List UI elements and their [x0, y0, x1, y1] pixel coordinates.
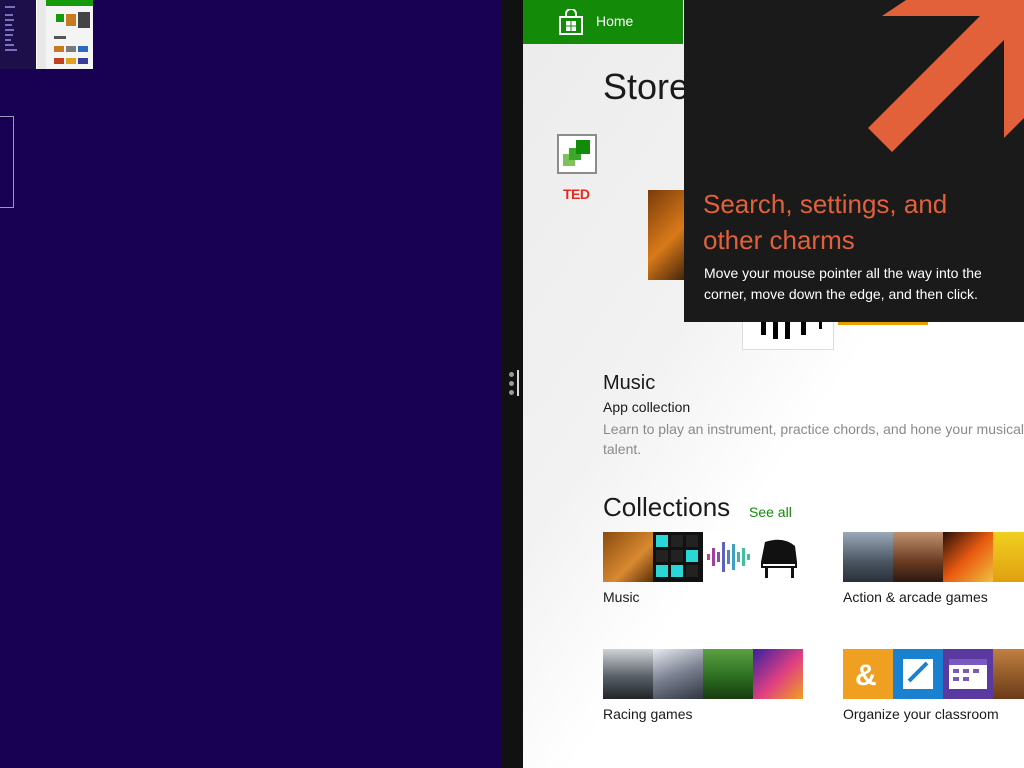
featured-accent-line	[838, 322, 928, 325]
featured-guitar-image[interactable]	[648, 190, 688, 280]
featured-title[interactable]: Music	[603, 372, 655, 395]
home-label: Home	[596, 13, 634, 29]
collection-icon[interactable]	[557, 134, 597, 174]
grip-dot	[509, 381, 514, 386]
featured-subtitle: App collection	[603, 399, 691, 415]
page-title: Store	[603, 66, 690, 107]
left-app-pane[interactable]	[0, 0, 502, 768]
thumbnail-store-app	[46, 0, 93, 69]
store-bag-icon	[559, 9, 583, 35]
thumbnail-divider	[37, 0, 46, 69]
tile-thumbnails: &	[843, 649, 1024, 699]
grip-dot	[509, 372, 514, 377]
svg-text:&: &	[855, 659, 877, 692]
tip-heading: Search, settings, and other charms	[703, 189, 948, 255]
tile-label: Action & arcade games	[843, 589, 988, 605]
snap-splitter-handle[interactable]	[502, 0, 523, 768]
splitter-bar	[517, 370, 519, 396]
ted-app-logo[interactable]: TED	[563, 186, 590, 202]
home-nav-button[interactable]: Home	[523, 0, 683, 44]
tip-body: Move your mouse pointer all the way into…	[704, 265, 982, 302]
charms-tip-popup[interactable]: Search, settings, and other charms Move …	[684, 0, 1024, 322]
tile-label: Racing games	[603, 706, 693, 722]
edge-selection-outline	[0, 116, 14, 208]
thumbnail-settings-app	[0, 0, 36, 69]
charms-arrow-icon	[868, 0, 1024, 152]
tile-thumbnails	[603, 532, 803, 582]
tile-label: Organize your classroom	[843, 706, 999, 722]
stacked-squares-icon	[563, 140, 590, 166]
see-all-link[interactable]: See all	[749, 504, 792, 520]
tile-thumbnails	[843, 532, 1024, 582]
app-switcher-thumbnail[interactable]	[0, 0, 93, 69]
tile-thumbnails	[603, 649, 803, 699]
featured-description: Learn to play an instrument, practice ch…	[603, 421, 1024, 457]
collections-heading: Collections	[603, 492, 731, 522]
tile-label: Music	[603, 589, 640, 605]
grip-dot	[509, 390, 514, 395]
